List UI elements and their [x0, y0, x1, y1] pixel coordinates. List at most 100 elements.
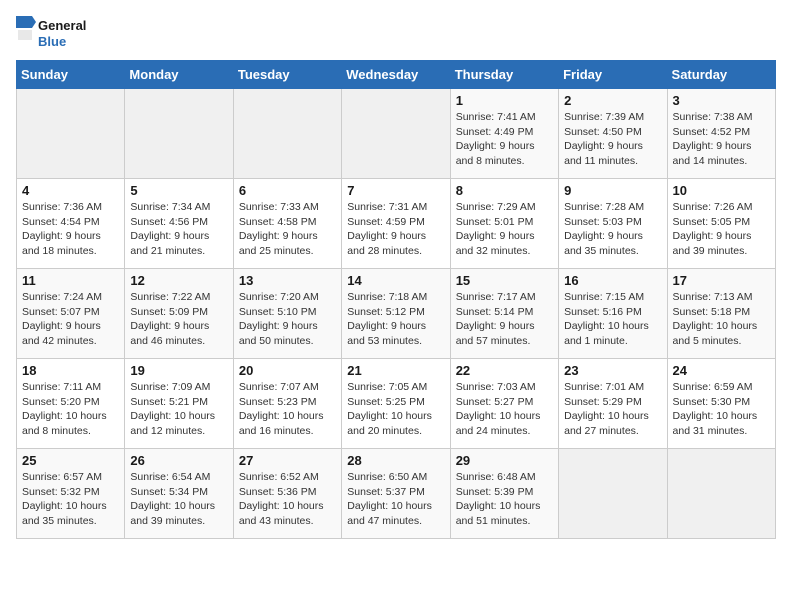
calendar-cell: 26 Sunrise: 6:54 AM Sunset: 5:34 PM Dayli… [125, 449, 233, 539]
day-number: 11 [22, 273, 119, 288]
day-number: 2 [564, 93, 661, 108]
logo-icon [16, 16, 36, 52]
calendar-cell: 16 Sunrise: 7:15 AM Sunset: 5:16 PM Dayli… [559, 269, 667, 359]
calendar-cell: 19Sunrise: 7:09 AM Sunset: 5:21 PM Dayli… [125, 359, 233, 449]
day-number: 28 [347, 453, 444, 468]
calendar-cell: 4 Sunrise: 7:36 AM Sunset: 4:54 PM Daylig… [17, 179, 125, 269]
day-info: Sunrise: 6:57 AM Sunset: 5:32 PM Dayligh… [22, 470, 119, 529]
day-info: Sunrise: 7:13 AM Sunset: 5:18 PM Dayligh… [673, 290, 770, 349]
calendar-cell: 20Sunrise: 7:07 AM Sunset: 5:23 PM Dayli… [233, 359, 341, 449]
day-info: Sunrise: 7:41 AM Sunset: 4:49 PM Dayligh… [456, 110, 553, 169]
calendar-cell: 21Sunrise: 7:05 AM Sunset: 5:25 PM Dayli… [342, 359, 450, 449]
weekday-row: SundayMondayTuesdayWednesdayThursdayFrid… [17, 61, 776, 89]
calendar-cell: 15 Sunrise: 7:17 AM Sunset: 5:14 PM Dayli… [450, 269, 558, 359]
day-info: Sunrise: 7:31 AM Sunset: 4:59 PM Dayligh… [347, 200, 444, 259]
calendar-cell: 9 Sunrise: 7:28 AM Sunset: 5:03 PM Daylig… [559, 179, 667, 269]
day-info: Sunrise: 7:18 AM Sunset: 5:12 PM Dayligh… [347, 290, 444, 349]
day-number: 21 [347, 363, 444, 378]
day-number: 17 [673, 273, 770, 288]
calendar-cell: 25 Sunrise: 6:57 AM Sunset: 5:32 PM Dayli… [17, 449, 125, 539]
day-info: Sunrise: 7:38 AM Sunset: 4:52 PM Dayligh… [673, 110, 770, 169]
day-number: 24 [673, 363, 770, 378]
calendar-cell: 11 Sunrise: 7:24 AM Sunset: 5:07 PM Dayli… [17, 269, 125, 359]
calendar-cell: 28 Sunrise: 6:50 AM Sunset: 5:37 PM Dayli… [342, 449, 450, 539]
day-number: 10 [673, 183, 770, 198]
calendar-cell [17, 89, 125, 179]
day-info: Sunrise: 7:33 AM Sunset: 4:58 PM Dayligh… [239, 200, 336, 259]
day-number: 23 [564, 363, 661, 378]
calendar-cell: 8 Sunrise: 7:29 AM Sunset: 5:01 PM Daylig… [450, 179, 558, 269]
day-info: Sunrise: 7:15 AM Sunset: 5:16 PM Dayligh… [564, 290, 661, 349]
day-number: 20 [239, 363, 336, 378]
day-info: Sunrise: 7:39 AM Sunset: 4:50 PM Dayligh… [564, 110, 661, 169]
calendar-cell [342, 89, 450, 179]
calendar-cell: 6Sunrise: 7:33 AM Sunset: 4:58 PM Daylig… [233, 179, 341, 269]
calendar-week-2: 4 Sunrise: 7:36 AM Sunset: 4:54 PM Daylig… [17, 179, 776, 269]
day-info: Sunrise: 7:34 AM Sunset: 4:56 PM Dayligh… [130, 200, 227, 259]
day-info: Sunrise: 6:48 AM Sunset: 5:39 PM Dayligh… [456, 470, 553, 529]
calendar-cell: 7 Sunrise: 7:31 AM Sunset: 4:59 PM Daylig… [342, 179, 450, 269]
day-info: Sunrise: 6:59 AM Sunset: 5:30 PM Dayligh… [673, 380, 770, 439]
calendar-cell: 2 Sunrise: 7:39 AM Sunset: 4:50 PM Daylig… [559, 89, 667, 179]
day-number: 12 [130, 273, 227, 288]
weekday-header-monday: Monday [125, 61, 233, 89]
weekday-header-thursday: Thursday [450, 61, 558, 89]
calendar-cell: 22 Sunrise: 7:03 AM Sunset: 5:27 PM Dayli… [450, 359, 558, 449]
calendar-cell: 29 Sunrise: 6:48 AM Sunset: 5:39 PM Dayli… [450, 449, 558, 539]
calendar-cell: 3 Sunrise: 7:38 AM Sunset: 4:52 PM Daylig… [667, 89, 775, 179]
calendar-cell [233, 89, 341, 179]
day-info: Sunrise: 7:29 AM Sunset: 5:01 PM Dayligh… [456, 200, 553, 259]
calendar-week-3: 11 Sunrise: 7:24 AM Sunset: 5:07 PM Dayli… [17, 269, 776, 359]
logo-text: General Blue [38, 18, 86, 49]
logo-blue: Blue [38, 34, 86, 50]
day-number: 16 [564, 273, 661, 288]
day-number: 4 [22, 183, 119, 198]
day-number: 3 [673, 93, 770, 108]
day-number: 8 [456, 183, 553, 198]
calendar-cell: 23 Sunrise: 7:01 AM Sunset: 5:29 PM Dayli… [559, 359, 667, 449]
weekday-header-tuesday: Tuesday [233, 61, 341, 89]
day-info: Sunrise: 7:20 AM Sunset: 5:10 PM Dayligh… [239, 290, 336, 349]
weekday-header-saturday: Saturday [667, 61, 775, 89]
calendar-cell: 24 Sunrise: 6:59 AM Sunset: 5:30 PM Dayli… [667, 359, 775, 449]
calendar-cell: 13Sunrise: 7:20 AM Sunset: 5:10 PM Dayli… [233, 269, 341, 359]
calendar-cell: 10 Sunrise: 7:26 AM Sunset: 5:05 PM Dayli… [667, 179, 775, 269]
day-number: 25 [22, 453, 119, 468]
day-number: 27 [239, 453, 336, 468]
weekday-header-wednesday: Wednesday [342, 61, 450, 89]
day-number: 1 [456, 93, 553, 108]
day-info: Sunrise: 7:03 AM Sunset: 5:27 PM Dayligh… [456, 380, 553, 439]
day-number: 19 [130, 363, 227, 378]
day-number: 26 [130, 453, 227, 468]
day-number: 7 [347, 183, 444, 198]
calendar-cell: 27Sunrise: 6:52 AM Sunset: 5:36 PM Dayli… [233, 449, 341, 539]
day-info: Sunrise: 7:24 AM Sunset: 5:07 PM Dayligh… [22, 290, 119, 349]
calendar-week-5: 25 Sunrise: 6:57 AM Sunset: 5:32 PM Dayli… [17, 449, 776, 539]
day-number: 9 [564, 183, 661, 198]
header: General Blue [16, 16, 776, 52]
calendar-cell: 14 Sunrise: 7:18 AM Sunset: 5:12 PM Dayli… [342, 269, 450, 359]
calendar-cell [559, 449, 667, 539]
day-number: 29 [456, 453, 553, 468]
calendar-cell: 5 Sunrise: 7:34 AM Sunset: 4:56 PM Daylig… [125, 179, 233, 269]
day-info: Sunrise: 6:50 AM Sunset: 5:37 PM Dayligh… [347, 470, 444, 529]
weekday-header-friday: Friday [559, 61, 667, 89]
calendar-week-4: 18Sunrise: 7:11 AM Sunset: 5:20 PM Dayli… [17, 359, 776, 449]
day-number: 15 [456, 273, 553, 288]
calendar-body: 1 Sunrise: 7:41 AM Sunset: 4:49 PM Daylig… [17, 89, 776, 539]
day-number: 14 [347, 273, 444, 288]
calendar-cell [667, 449, 775, 539]
calendar-cell: 12 Sunrise: 7:22 AM Sunset: 5:09 PM Dayli… [125, 269, 233, 359]
day-info: Sunrise: 7:26 AM Sunset: 5:05 PM Dayligh… [673, 200, 770, 259]
calendar-week-1: 1 Sunrise: 7:41 AM Sunset: 4:49 PM Daylig… [17, 89, 776, 179]
day-info: Sunrise: 7:36 AM Sunset: 4:54 PM Dayligh… [22, 200, 119, 259]
day-info: Sunrise: 7:17 AM Sunset: 5:14 PM Dayligh… [456, 290, 553, 349]
day-info: Sunrise: 7:28 AM Sunset: 5:03 PM Dayligh… [564, 200, 661, 259]
day-info: Sunrise: 7:01 AM Sunset: 5:29 PM Dayligh… [564, 380, 661, 439]
day-number: 5 [130, 183, 227, 198]
calendar-cell: 18Sunrise: 7:11 AM Sunset: 5:20 PM Dayli… [17, 359, 125, 449]
calendar-cell [125, 89, 233, 179]
day-info: Sunrise: 7:22 AM Sunset: 5:09 PM Dayligh… [130, 290, 227, 349]
day-number: 22 [456, 363, 553, 378]
day-info: Sunrise: 6:54 AM Sunset: 5:34 PM Dayligh… [130, 470, 227, 529]
